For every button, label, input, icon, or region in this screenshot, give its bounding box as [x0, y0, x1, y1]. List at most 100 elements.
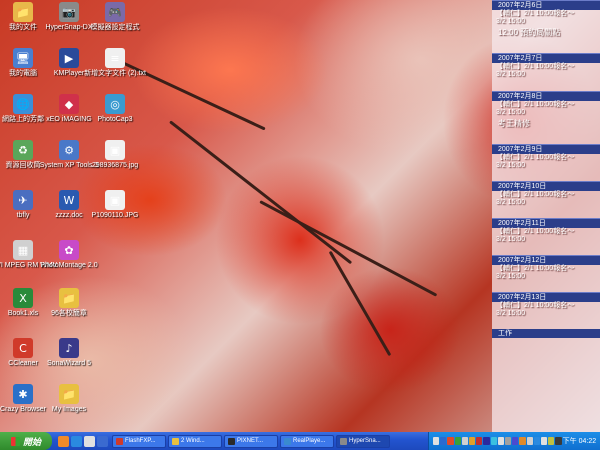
calendar-day: 2007年2月7日 【輔仁】2/1 10:00報名～ 3/2 15:00 — [492, 53, 600, 79]
calendar-entry-line[interactable]: 3/2 15:00 — [492, 199, 600, 207]
desktop-shortcut[interactable]: ♪ SonaWizard 5 — [38, 338, 100, 368]
tray-icon[interactable] — [497, 437, 505, 445]
calendar-date-header[interactable]: 2007年2月6日 — [492, 0, 600, 10]
ccleaner-icon: C — [13, 338, 33, 358]
calendar-date-header[interactable]: 2007年2月10日 — [492, 181, 600, 191]
desktop-shortcut-label: SonaWizard 5 — [47, 360, 91, 367]
system-xp-tools-icon: ⚙ — [59, 140, 79, 160]
tray-icon[interactable] — [541, 437, 548, 445]
task-app-icon — [228, 437, 235, 445]
calendar-footer[interactable]: 工作 — [492, 329, 600, 338]
desktop-shortcut-label: 298936875.jpg — [91, 162, 139, 169]
calendar-entry-line[interactable]: 【輔仁】2/1 10:00報名～ — [492, 228, 600, 236]
desktop-shortcut[interactable]: ≡ 新增文字文件 (2).txt — [84, 48, 146, 78]
tray-icon[interactable] — [505, 437, 512, 445]
start-label: 開始 — [22, 436, 41, 447]
task-app-icon — [340, 437, 347, 445]
desktop-shortcut[interactable]: 📁 96各校簡章 — [38, 288, 100, 318]
tray-icon[interactable] — [548, 437, 555, 445]
p1090110-jpg-icon: ▣ — [105, 190, 125, 210]
tray-icon[interactable] — [461, 437, 469, 445]
quick-launch-icon[interactable] — [58, 435, 69, 447]
quick-launch-icon[interactable] — [71, 435, 82, 447]
system-tray: 下午 04:22 — [428, 432, 600, 450]
calendar-date-header[interactable]: 2007年2月13日 — [492, 292, 600, 302]
tbfly-icon: ✈ — [13, 190, 33, 210]
taskbar-button[interactable]: 2 Wind... — [168, 434, 222, 448]
calendar-date-header[interactable]: 2007年2月7日 — [492, 53, 600, 63]
calendar-entry-line[interactable]: 【輔仁】2/1 10:00報名～ — [492, 265, 600, 273]
my-computer-icon: 🖥 — [13, 48, 33, 68]
calendar-entry-line[interactable]: 【輔仁】2/1 10:00報名～ — [492, 191, 600, 199]
tray-icon[interactable] — [433, 437, 440, 445]
task-label: FlashFXP... — [125, 437, 156, 444]
tray-icon[interactable] — [512, 437, 519, 445]
taskbar-button[interactable]: PIXNET... — [224, 434, 278, 448]
new-text-file-icon: ≡ — [105, 48, 125, 68]
simulator-settings-icon: 🎮 — [105, 2, 125, 22]
calendar-date-header[interactable]: 2007年2月12日 — [492, 255, 600, 265]
taskbar-button[interactable]: FlashFXP... — [112, 434, 166, 448]
desktop-shortcut[interactable]: 📁 My Images — [38, 384, 100, 414]
task-label: PIXNET... — [237, 437, 264, 444]
tray-icon[interactable] — [519, 437, 526, 445]
desktop-shortcut[interactable]: ▣ P1090110.JPG — [84, 190, 146, 220]
calendar-entry-line[interactable]: 【輔仁】2/1 10:00報名～ — [492, 101, 600, 109]
tray-icon[interactable] — [476, 437, 483, 445]
tray-icon[interactable] — [454, 437, 461, 445]
desktop-shortcut-label: My Images — [51, 406, 87, 413]
crazy-browser-icon: ✱ — [13, 384, 33, 404]
tray-icon[interactable] — [469, 437, 476, 445]
calendar-entry-line[interactable]: 3/2 15:00 — [492, 273, 600, 281]
calendar-day: 2007年2月8日 【輔仁】2/1 10:00報名～ 3/2 15:00 考王精修 — [492, 91, 600, 130]
desktop-shortcut[interactable]: ◎ PhotoCap3 — [84, 94, 146, 124]
calendar-entry-line[interactable]: 【輔仁】2/1 10:00報名～ — [492, 10, 600, 18]
calendar-entry-line[interactable]: 【輔仁】2/1 10:00報名～ — [492, 302, 600, 310]
desktop-shortcut[interactable]: ✿ PhotoMontage 2.0 — [38, 240, 100, 270]
calendar-entry-line[interactable]: 【輔仁】2/1 10:00報名～ — [492, 154, 600, 162]
task-app-icon — [116, 437, 123, 445]
my-images-icon: 📁 — [59, 384, 79, 404]
calendar-entry-line[interactable]: 3/2 15:00 — [492, 162, 600, 170]
tray-icon[interactable] — [483, 437, 490, 445]
taskbar-button[interactable]: HyperSna... — [336, 434, 390, 448]
quick-launch-icon[interactable] — [97, 435, 108, 447]
tray-icon[interactable] — [533, 437, 541, 445]
calendar-entry-line[interactable]: 3/2 15:00 — [492, 109, 600, 117]
hypersnap-dx-icon: 📷 — [59, 2, 79, 22]
taskbar-button[interactable]: RealPlaye... — [280, 434, 334, 448]
clock[interactable]: 下午 04:22 — [563, 436, 600, 446]
calendar-entry-line[interactable]: 3/2 15:00 — [492, 236, 600, 244]
calendar-note[interactable]: 12:00 預約局關點 — [492, 26, 600, 39]
tray-icon[interactable] — [440, 437, 447, 445]
calendar-entry-line[interactable]: 【輔仁】2/1 10:00報名～ — [492, 63, 600, 71]
desktop-shortcut-label: 新增文字文件 (2).txt — [84, 70, 146, 77]
quick-launch-icon[interactable] — [84, 435, 95, 447]
tray-icon[interactable] — [555, 437, 562, 445]
calendar-date-header[interactable]: 2007年2月11日 — [492, 218, 600, 228]
task-label: RealPlaye... — [293, 437, 326, 444]
calendar-entry-line[interactable]: 3/2 15:00 — [492, 71, 600, 79]
calendar-entry-line[interactable]: 3/2 15:00 — [492, 310, 600, 318]
calendar-date-header[interactable]: 2007年2月8日 — [492, 91, 600, 101]
tray-icon[interactable] — [490, 437, 497, 445]
kmplayer-icon: ▶ — [59, 48, 79, 68]
jpg-file-icon: ▣ — [105, 140, 125, 160]
photomontage-icon: ✿ — [59, 240, 79, 260]
xeo-imaging-icon: ◆ — [59, 94, 79, 114]
tray-icon[interactable] — [526, 437, 533, 445]
calendar-day: 2007年2月6日 【輔仁】2/1 10:00報名～ 3/2 15:00 12:00 … — [492, 0, 600, 39]
calendar-note[interactable]: 考王精修 — [492, 117, 600, 130]
96-folder-icon: 📁 — [59, 288, 79, 308]
desktop-shortcut[interactable]: 🎮 模擬器設定程式 — [84, 2, 146, 32]
avi-mpeg-rm-wmv-icon: ▦ — [13, 240, 33, 260]
taskbar: 開始 FlashFXP... 2 Wind... PIXNET... RealPlay… — [0, 432, 600, 450]
start-button[interactable]: 開始 — [0, 432, 52, 450]
calendar-entry-line[interactable]: 3/2 15:00 — [492, 18, 600, 26]
calendar-date-header[interactable]: 2007年2月9日 — [492, 144, 600, 154]
task-label: HyperSna... — [349, 437, 381, 444]
calendar-day: 2007年2月13日 【輔仁】2/1 10:00報名～ 3/2 15:00 — [492, 292, 600, 318]
desktop-shortcut[interactable]: ▣ 298936875.jpg — [84, 140, 146, 170]
tray-icon[interactable] — [447, 437, 454, 445]
desktop-shortcut-label: 96各校簡章 — [51, 310, 87, 317]
